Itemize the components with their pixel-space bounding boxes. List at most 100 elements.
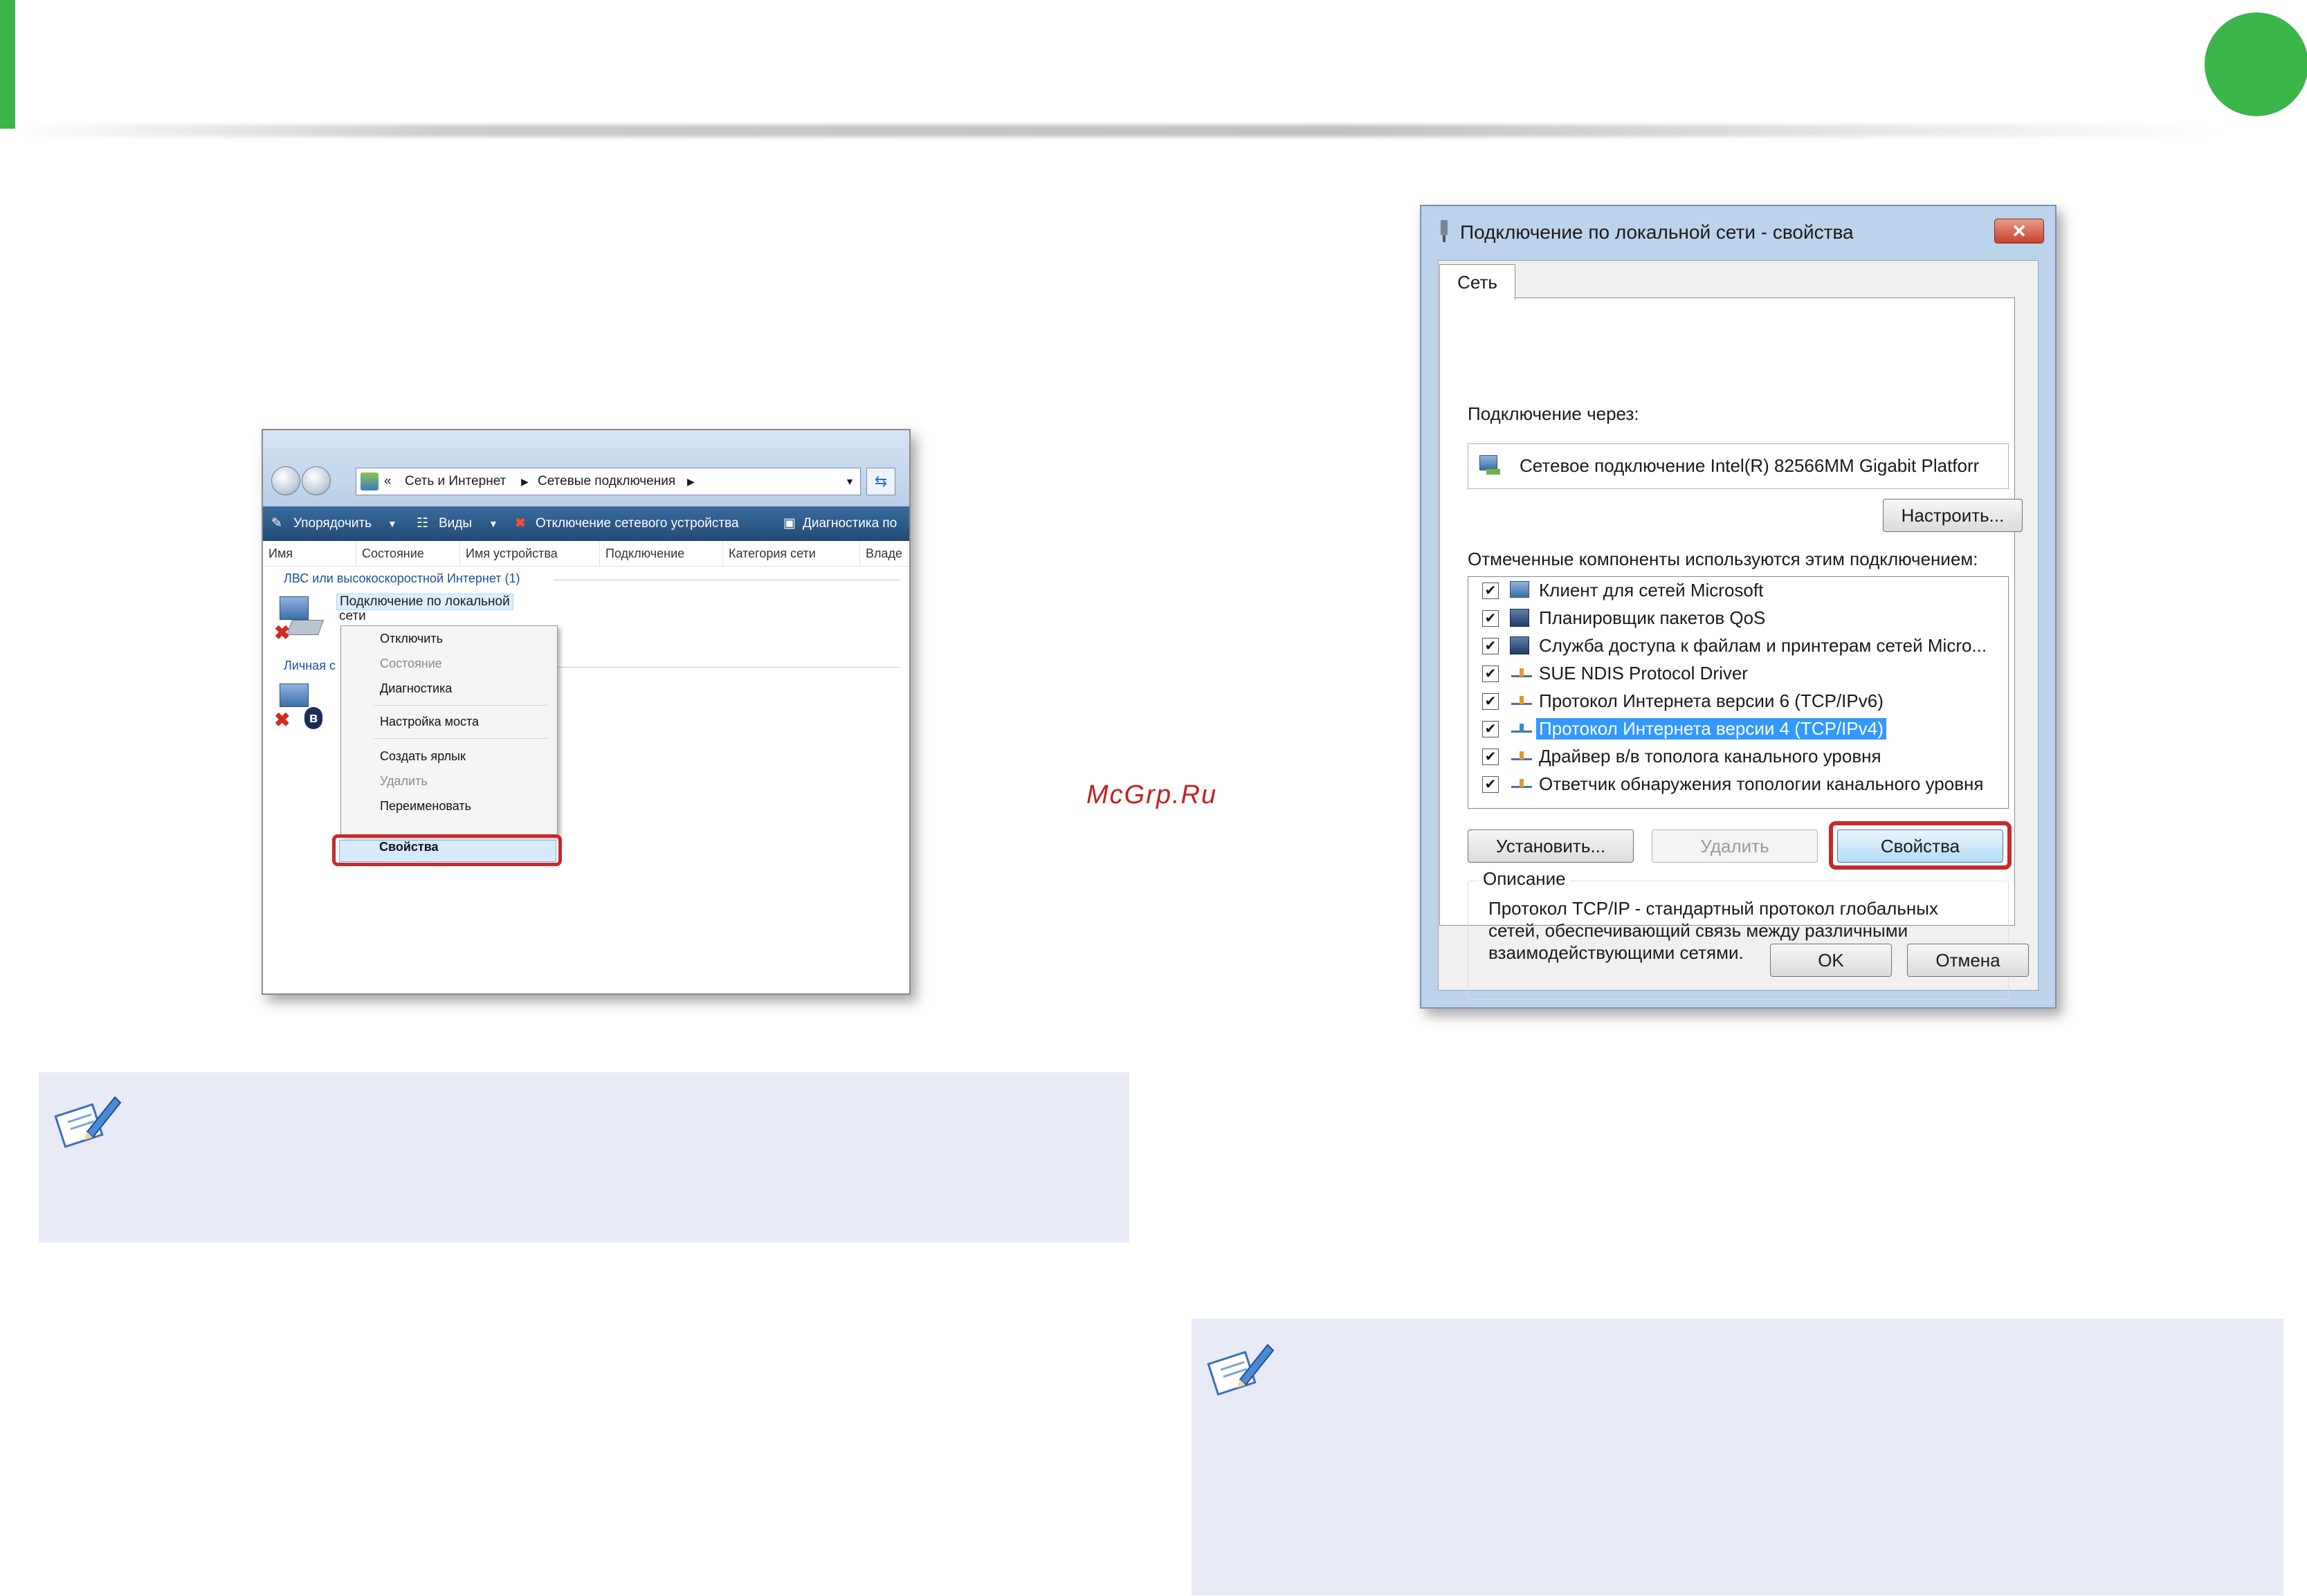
network-adapter-title-icon [1437, 220, 1452, 242]
list-item[interactable]: ✔ Драйвер в/в тополога канального уровня [1468, 743, 2008, 771]
column-header-network-category[interactable]: Категория сети [722, 541, 816, 566]
explorer-toolbar: ✎ Упорядочить ▼ ☷ Виды ▼ ✖ Отключение се… [263, 506, 909, 541]
list-item[interactable]: ✔ Ответчик обнаружения топологии канальн… [1468, 771, 2008, 798]
component-checkbox[interactable]: ✔ [1482, 749, 1499, 765]
component-checkbox[interactable]: ✔ [1482, 721, 1499, 737]
breadcrumb-network-internet[interactable]: Сеть и Интернет [405, 468, 506, 495]
column-header-status[interactable]: Состояние [356, 541, 424, 566]
column-header-owner[interactable]: Владе [859, 541, 902, 566]
organize-button[interactable]: Упорядочить [293, 506, 372, 541]
note-box [39, 1072, 1129, 1242]
properties-button-highlight [1829, 821, 2012, 870]
menu-item-delete[interactable]: Удалить [380, 774, 428, 789]
menu-item-bridge[interactable]: Настройка моста [380, 715, 479, 729]
lan-connection-label[interactable]: Подключение по локальной [336, 594, 513, 610]
group-header-lan[interactable]: ЛВС или высокоскоростной Интернет (1) [284, 571, 520, 586]
group-divider [554, 667, 900, 668]
disconnect-icon: ✖ [515, 516, 526, 531]
component-checkbox[interactable]: ✔ [1482, 693, 1499, 710]
menu-item-status[interactable]: Состояние [380, 657, 442, 671]
address-bar[interactable]: « Сеть и Интернет ▶ Сетевые подключения … [356, 468, 861, 495]
disconnect-device-button[interactable]: Отключение сетевого устройства [536, 506, 739, 541]
install-button[interactable]: Установить... [1468, 829, 1634, 863]
views-icon: ☷ [417, 516, 429, 531]
cancel-button[interactable]: Отмена [1907, 944, 2029, 977]
organize-icon: ✎ [271, 516, 282, 531]
menu-item-disable[interactable]: Отключить [380, 632, 443, 646]
address-prefix: « [384, 474, 392, 488]
context-menu: Отключить Состояние Диагностика Настройк… [340, 625, 558, 836]
views-dropdown-icon[interactable]: ▼ [489, 506, 498, 541]
component-checkbox[interactable]: ✔ [1482, 666, 1499, 682]
dialog-title: Подключение по локальной сети - свойства [1460, 221, 1854, 243]
adapter-field: Сетевое подключение Intel(R) 82566MM Gig… [1468, 443, 2009, 489]
menu-item-rename[interactable]: Переименовать [380, 799, 471, 814]
list-item[interactable]: ✔ SUE NDIS Protocol Driver [1468, 660, 2008, 688]
menu-item-create-shortcut[interactable]: Создать ярлык [380, 749, 466, 764]
diagnostics-button[interactable]: Диагностика по [803, 506, 897, 541]
close-icon[interactable]: ✕ [1994, 219, 2044, 244]
list-item[interactable]: ✔ Планировщик пакетов QoS [1468, 605, 2008, 632]
column-headers: Имя Состояние Имя устройства Подключение… [263, 541, 909, 567]
component-label-selected[interactable]: Протокол Интернета версии 4 (TCP/IPv4) [1536, 718, 1886, 740]
configure-button[interactable]: Настроить... [1883, 499, 2023, 532]
group-header-personal[interactable]: Личная с [284, 659, 336, 673]
back-button[interactable] [271, 466, 300, 495]
component-label[interactable]: Протокол Интернета версии 6 (TCP/IPv6) [1539, 690, 1884, 712]
breadcrumb-network-connections[interactable]: Сетевые подключения [538, 468, 675, 495]
watermark: McGrp.Ru [1086, 780, 1218, 809]
components-list[interactable]: ✔ Клиент для сетей Microsoft ✔ Планировщ… [1468, 576, 2009, 809]
address-dropdown-icon[interactable]: ▼ [845, 468, 855, 495]
note-pencil-icon [54, 1092, 123, 1154]
adapter-name: Сетевое подключение Intel(R) 82566MM Gig… [1520, 455, 1980, 476]
components-label: Отмеченные компоненты используются этим … [1468, 549, 1978, 569]
views-button[interactable]: Виды [439, 506, 472, 541]
menu-item-diagnose[interactable]: Диагностика [380, 681, 452, 696]
protocol-icon [1510, 719, 1533, 739]
column-header-connectivity[interactable]: Подключение [599, 541, 684, 566]
component-label[interactable]: Клиент для сетей Microsoft [1539, 580, 1763, 601]
protocol-icon [1510, 747, 1533, 767]
diagnostics-icon: ▣ [783, 516, 796, 531]
lan-connection-label-line2[interactable]: сети [339, 609, 366, 624]
component-checkbox[interactable]: ✔ [1482, 610, 1499, 627]
component-checkbox[interactable]: ✔ [1482, 776, 1499, 793]
component-label[interactable]: Планировщик пакетов QoS [1539, 607, 1765, 629]
refresh-icon[interactable]: ⇆ [866, 468, 895, 495]
header-accent-bar [0, 0, 15, 129]
list-item[interactable]: ✔ Служба доступа к файлам и принтерам се… [1468, 632, 2008, 660]
bluetooth-connection-icon[interactable]: ✖ ʙ [274, 681, 329, 733]
column-header-name[interactable]: Имя [263, 541, 293, 566]
component-checkbox[interactable]: ✔ [1482, 638, 1499, 654]
component-label[interactable]: SUE NDIS Protocol Driver [1539, 663, 1748, 684]
network-service-icon [1510, 609, 1533, 628]
lan-connection-icon[interactable]: ✖ [274, 594, 325, 643]
organize-dropdown-icon[interactable]: ▼ [387, 506, 397, 541]
menu-separator [374, 738, 547, 739]
explorer-titlebar: « Сеть и Интернет ▶ Сетевые подключения … [263, 430, 909, 506]
network-service-icon [1510, 636, 1533, 656]
protocol-icon [1510, 664, 1533, 684]
uninstall-button[interactable]: Удалить [1652, 829, 1818, 863]
lan-properties-dialog: Подключение по локальной сети - свойства… [1420, 205, 2057, 1009]
component-label[interactable]: Драйвер в/в тополога канального уровня [1539, 746, 1881, 767]
connect-via-label: Подключение через: [1468, 403, 1639, 424]
forward-button[interactable] [302, 466, 331, 495]
description-legend: Описание [1479, 868, 1570, 890]
control-panel-icon [361, 473, 379, 490]
list-item[interactable]: ✔ Клиент для сетей Microsoft [1468, 577, 2008, 605]
breadcrumb-arrow-icon[interactable]: ▶ [521, 468, 529, 495]
header-divider [14, 125, 2221, 137]
protocol-icon [1510, 775, 1533, 794]
column-header-device-name[interactable]: Имя устройства [459, 541, 558, 566]
ok-button[interactable]: OK [1770, 944, 1892, 977]
breadcrumb-arrow-icon[interactable]: ▶ [687, 468, 695, 495]
tab-network[interactable]: Сеть [1439, 264, 1515, 300]
list-item[interactable]: ✔ Протокол Интернета версии 4 (TCP/IPv4) [1468, 715, 2008, 743]
component-label[interactable]: Служба доступа к файлам и принтерам сете… [1539, 635, 1987, 657]
menu-separator [374, 705, 547, 706]
component-label[interactable]: Ответчик обнаружения топологии канальног… [1539, 773, 1983, 795]
component-checkbox[interactable]: ✔ [1482, 583, 1499, 599]
network-tab-panel: Подключение через: Сетевое подключение I… [1439, 297, 2023, 1000]
list-item[interactable]: ✔ Протокол Интернета версии 6 (TCP/IPv6) [1468, 688, 2008, 715]
